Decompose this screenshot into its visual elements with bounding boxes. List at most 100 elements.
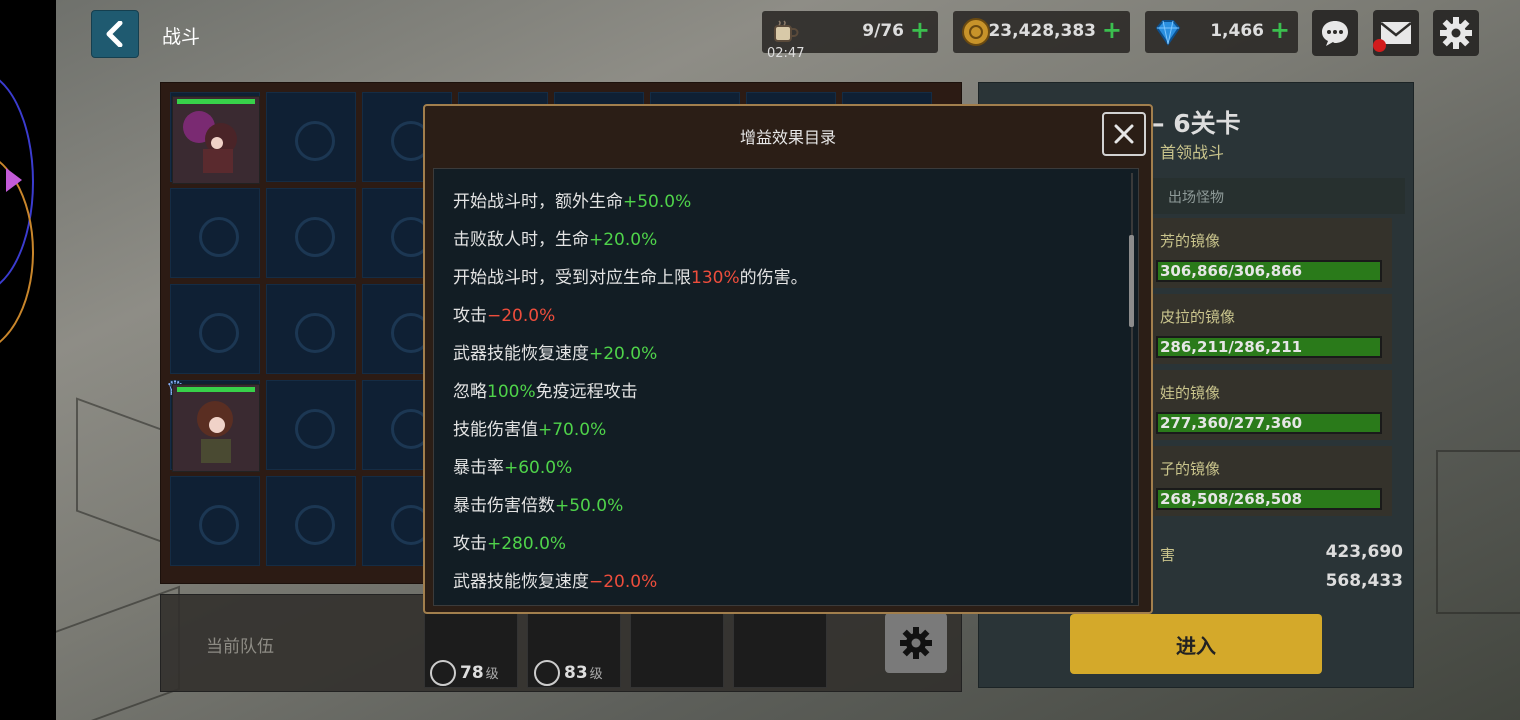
- buff-value: +60.0%: [504, 458, 573, 478]
- empty-slot-icon: [199, 217, 239, 257]
- buff-text: 武器技能恢复速度: [453, 344, 589, 364]
- buff-value: +50.0%: [623, 192, 692, 212]
- formation-cell[interactable]: [266, 284, 356, 374]
- coffee-timer: 02:47: [767, 46, 805, 61]
- buff-value: +50.0%: [555, 496, 624, 516]
- formation-cell[interactable]: [266, 476, 356, 566]
- empty-slot-icon: [295, 121, 335, 161]
- damage-label: 害: [1160, 546, 1176, 564]
- monster-hp: 306,866/306,866: [1160, 262, 1303, 280]
- notification-dot: [1373, 39, 1386, 52]
- coffee-icon: [774, 20, 799, 42]
- team-slot-empty[interactable]: [630, 608, 724, 688]
- buff-text: 技能伤害值: [453, 420, 538, 440]
- formation-cell[interactable]: [170, 476, 260, 566]
- gem-resource[interactable]: 1,466 +: [1145, 11, 1298, 53]
- stage-title: – 6关卡: [1152, 109, 1241, 138]
- buff-value: +70.0%: [538, 420, 607, 440]
- buff-text: 武器技能恢复速度: [453, 572, 589, 592]
- monster-name: 娃的镜像: [1160, 384, 1221, 402]
- buff-row: 攻击+280.0%: [453, 529, 566, 554]
- chat-button[interactable]: [1312, 10, 1358, 56]
- scrollbar-thumb[interactable]: [1129, 235, 1134, 327]
- team-slot-empty[interactable]: [733, 608, 827, 688]
- gear-icon: [1440, 17, 1472, 49]
- buff-text: 攻击: [453, 306, 487, 326]
- buff-row: 攻击−20.0%: [453, 301, 555, 326]
- buff-value: +20.0%: [589, 344, 658, 364]
- character-portrait[interactable]: [172, 384, 260, 472]
- character-portrait[interactable]: [172, 96, 260, 184]
- floor-tile: [1436, 450, 1520, 614]
- add-gold-button[interactable]: +: [1102, 16, 1122, 44]
- settings-button[interactable]: [1433, 10, 1479, 56]
- tab-monsters[interactable]: 出场怪物: [1168, 187, 1224, 207]
- close-button[interactable]: [1102, 112, 1146, 156]
- close-icon: [1114, 124, 1134, 144]
- buff-row: 忽略100%免疫远程攻击: [453, 377, 638, 402]
- monster-hp: 268,508/268,508: [1160, 490, 1303, 508]
- enter-button[interactable]: 进入: [1070, 614, 1322, 674]
- buff-value: +20.0%: [589, 230, 658, 250]
- formation-cell[interactable]: [170, 284, 260, 374]
- stat-value: 568,433: [1325, 571, 1403, 591]
- coffee-count: 9/76: [862, 21, 904, 41]
- buff-value: +280.0%: [487, 534, 567, 554]
- left-strip: [0, 0, 56, 720]
- gold-count: 23,428,383: [988, 21, 1096, 41]
- side-arrow-icon[interactable]: [6, 168, 22, 192]
- buff-suffix: 的伤害。: [739, 268, 808, 288]
- monster-name: 皮拉的镜像: [1160, 308, 1236, 326]
- member-level: 78 级: [430, 660, 499, 686]
- buff-row: 武器技能恢复速度+20.0%: [453, 339, 657, 364]
- buff-catalog-modal: 增益效果目录 开始战斗时，额外生命+50.0% 击败敌人时，生命+20.0% 开始战…: [423, 104, 1153, 614]
- buff-value: 100%: [487, 382, 536, 402]
- add-coffee-button[interactable]: +: [910, 16, 930, 44]
- buff-value: −20.0%: [487, 306, 556, 326]
- buff-value: −20.0%: [589, 572, 658, 592]
- element-icon: [534, 660, 560, 686]
- page-title: 战斗: [162, 26, 201, 48]
- buff-row: 开始战斗时，额外生命+50.0%: [453, 187, 691, 212]
- stage-subtitle: 首领战斗: [1160, 143, 1225, 162]
- buff-row: 击败敌人时，生命+20.0%: [453, 225, 657, 250]
- empty-slot-icon: [295, 409, 335, 449]
- formation-cell[interactable]: [266, 188, 356, 278]
- gem-icon: [1155, 20, 1181, 46]
- element-icon: [430, 660, 456, 686]
- current-team-label[interactable]: 当前队伍: [206, 632, 274, 657]
- back-icon: [106, 21, 123, 47]
- hp-bar: [177, 99, 255, 104]
- buff-row: 开始战斗时，受到对应生命上限130%的伤害。: [453, 263, 808, 288]
- formation-cell[interactable]: [266, 92, 356, 182]
- buff-list[interactable]: 开始战斗时，额外生命+50.0% 击败敌人时，生命+20.0% 开始战斗时，受到对应…: [433, 168, 1139, 606]
- empty-slot-icon: [295, 217, 335, 257]
- buff-text: 开始战斗时，受到对应生命上限: [453, 268, 691, 288]
- hp-bar: [177, 387, 255, 392]
- back-button[interactable]: [91, 10, 139, 58]
- formation-cell[interactable]: [170, 188, 260, 278]
- buff-text: 开始战斗时，额外生命: [453, 192, 623, 212]
- monster-name: 子的镜像: [1160, 460, 1221, 478]
- buff-value: 130%: [691, 268, 740, 288]
- buff-row: 暴击伤害倍数+50.0%: [453, 491, 623, 516]
- gem-count: 1,466: [1210, 21, 1264, 41]
- buff-text: 攻击: [453, 534, 487, 554]
- buff-row: 武器技能恢复速度−20.0%: [453, 567, 657, 592]
- add-gem-button[interactable]: +: [1270, 16, 1290, 44]
- stat-value: 423,690: [1325, 542, 1403, 562]
- buff-text: 击败敌人时，生命: [453, 230, 589, 250]
- team-settings-button[interactable]: [885, 613, 947, 673]
- gold-resource[interactable]: 23,428,383 +: [953, 11, 1130, 53]
- buff-suffix: 免疫远程攻击: [535, 382, 638, 402]
- modal-title: 增益效果目录: [739, 128, 836, 147]
- buff-text: 忽略: [453, 382, 487, 402]
- empty-slot-icon: [295, 313, 335, 353]
- buff-text: 暴击伤害倍数: [453, 496, 555, 516]
- formation-cell[interactable]: [266, 380, 356, 470]
- monster-name: 芳的镜像: [1160, 232, 1221, 250]
- gear-icon: [900, 627, 932, 659]
- chat-icon: [1322, 21, 1348, 46]
- buff-text: 暴击率: [453, 458, 504, 478]
- monster-hp: 286,211/286,211: [1160, 338, 1303, 356]
